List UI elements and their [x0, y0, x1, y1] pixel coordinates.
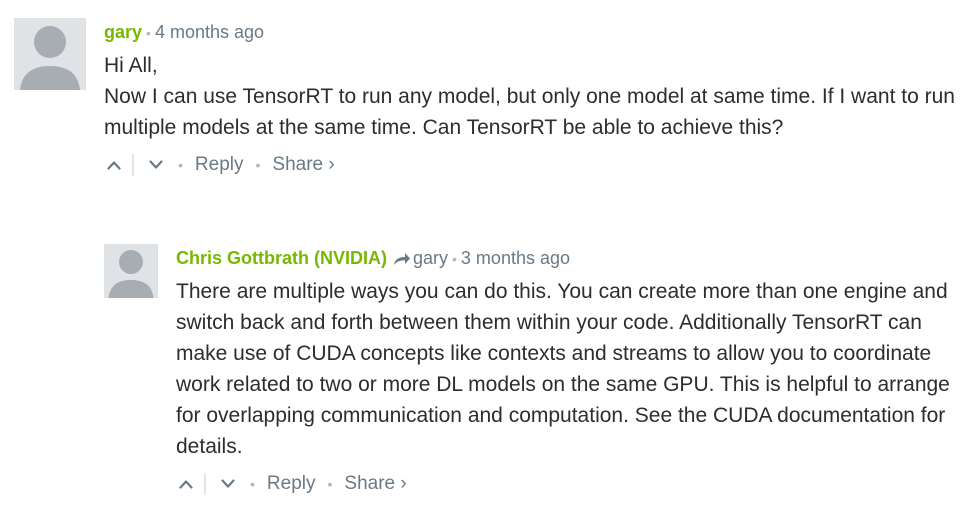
- meta-separator: •: [452, 251, 457, 267]
- author-name[interactable]: gary: [104, 22, 142, 42]
- meta-separator: •: [146, 25, 151, 41]
- reply-button[interactable]: Reply: [267, 473, 316, 495]
- downvote-icon: [149, 160, 163, 169]
- action-separator: •: [178, 157, 183, 173]
- downvote-button[interactable]: [218, 472, 238, 496]
- comment-meta: gary • 4 months ago: [104, 18, 959, 46]
- reply-arrow-icon: [394, 253, 410, 265]
- comment-text: Hi All, Now I can use TensorRT to run an…: [104, 50, 959, 143]
- comment-actions: • Reply • Share ›: [176, 470, 964, 498]
- parent-link[interactable]: gary: [393, 248, 448, 268]
- action-separator: •: [327, 476, 333, 492]
- timestamp[interactable]: 4 months ago: [155, 22, 264, 42]
- upvote-icon: [107, 161, 121, 170]
- author-name[interactable]: Chris Gottbrath (NVIDIA): [176, 248, 387, 268]
- comment-meta: Chris Gottbrath (NVIDIA) gary • 3 months ag…: [176, 244, 964, 272]
- reply-button[interactable]: Reply: [195, 154, 244, 176]
- vote-divider: [204, 473, 206, 495]
- action-separator: •: [255, 157, 261, 173]
- upvote-button[interactable]: [176, 472, 196, 496]
- share-button[interactable]: Share ›: [272, 154, 334, 176]
- default-avatar-icon: [104, 244, 158, 298]
- comment-actions: • Reply • Share ›: [104, 151, 959, 179]
- upvote-icon: [179, 480, 193, 489]
- parent-author: gary: [413, 248, 449, 268]
- avatar[interactable]: [14, 18, 86, 90]
- comment-line: Now I can use TensorRT to run any model,…: [104, 85, 955, 139]
- avatar[interactable]: [104, 244, 158, 298]
- downvote-button[interactable]: [146, 153, 166, 177]
- timestamp[interactable]: 3 months ago: [461, 248, 570, 268]
- action-separator: •: [250, 476, 255, 492]
- comment-line: There are multiple ways you can do this.…: [176, 280, 950, 458]
- vote-divider: [132, 154, 134, 176]
- comment-text: There are multiple ways you can do this.…: [176, 276, 964, 462]
- default-avatar-icon: [14, 18, 86, 90]
- downvote-icon: [221, 479, 235, 488]
- upvote-button[interactable]: [104, 153, 124, 177]
- share-button[interactable]: Share ›: [344, 473, 406, 495]
- comment-line: Hi All,: [104, 54, 158, 77]
